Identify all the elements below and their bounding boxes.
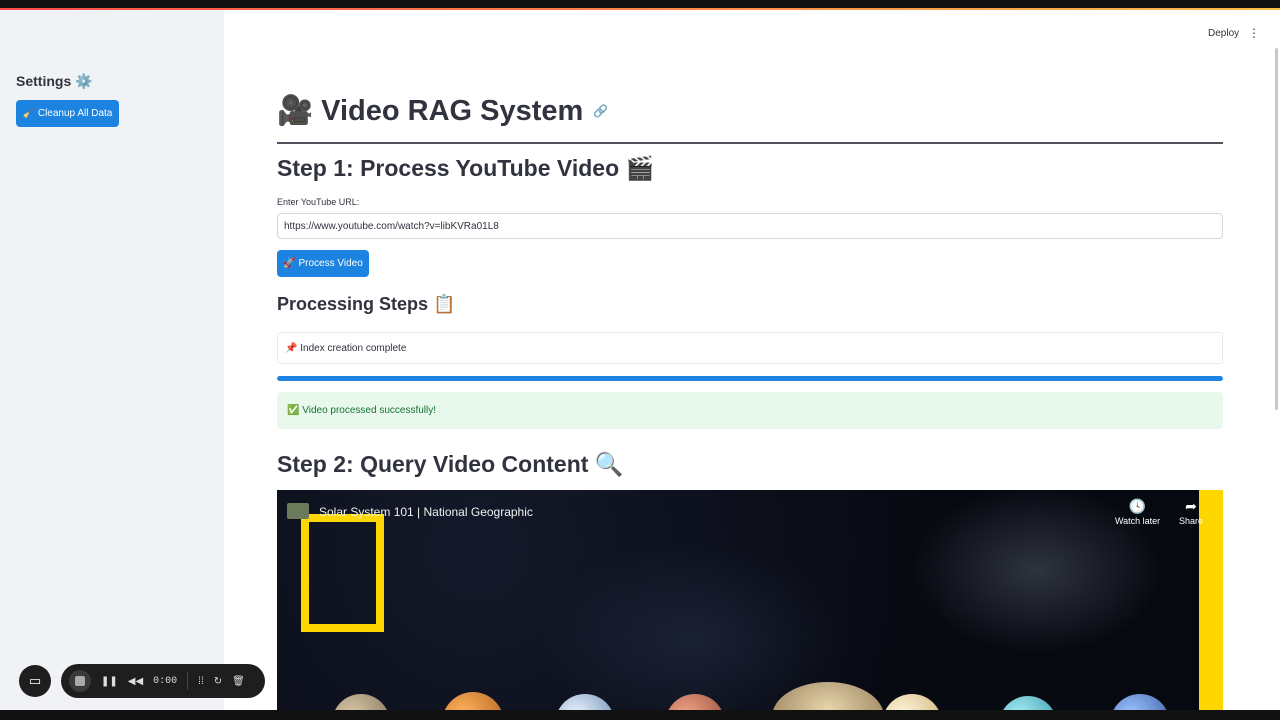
- recorder-controls: ❚❚ ◀◀ 0:00 ⁞⁞ ↻ 🗑: [61, 664, 265, 698]
- page-title-text: 🎥 Video RAG System: [277, 95, 584, 127]
- share-arrow-icon: ➦: [1185, 498, 1197, 514]
- title-divider: [277, 142, 1223, 144]
- restart-icon[interactable]: ↻: [214, 676, 222, 687]
- divider: [187, 672, 189, 690]
- natgeo-logo: [301, 514, 384, 632]
- share-label: Share: [1179, 516, 1204, 526]
- kebab-menu-icon[interactable]: ⋮: [1248, 26, 1260, 40]
- link-icon[interactable]: 🔗: [593, 104, 608, 118]
- top-decoration-stripe: [0, 0, 1280, 10]
- cleanup-all-data-button[interactable]: 🧹 Cleanup All Data: [16, 100, 119, 127]
- streamlit-app: Settings ⚙️ 🧹 Cleanup All Data Deploy ⋮ …: [0, 10, 1280, 710]
- success-alert: ✅ Video processed successfully!: [277, 392, 1223, 429]
- main-content: 🎥 Video RAG System 🔗 Step 1: Process You…: [277, 10, 1223, 710]
- process-video-button[interactable]: 🚀 Process Video: [277, 250, 369, 277]
- clock-icon: 🕓: [1128, 498, 1147, 514]
- watch-later-label: Watch later: [1115, 516, 1161, 526]
- camera-toggle-button[interactable]: ▭: [19, 665, 51, 697]
- youtube-url-input[interactable]: [277, 213, 1223, 239]
- progress-bar: [277, 376, 1223, 381]
- recording-time: 0:00: [153, 675, 178, 687]
- stop-icon: [75, 676, 85, 686]
- trash-icon[interactable]: 🗑: [232, 676, 245, 687]
- sidebar-title: Settings ⚙️: [16, 73, 93, 89]
- page-title: 🎥 Video RAG System 🔗: [277, 94, 608, 128]
- step2-heading: Step 2: Query Video Content 🔍: [277, 451, 624, 477]
- pause-icon[interactable]: ❚❚: [101, 676, 118, 687]
- step1-heading: Step 1: Process YouTube Video 🎬: [277, 155, 655, 181]
- video-camera-icon: ▭: [28, 673, 42, 688]
- progress-fill: [277, 376, 1223, 381]
- rewind-icon[interactable]: ◀◀: [128, 676, 143, 687]
- share-button[interactable]: ➦ Share: [1179, 498, 1203, 526]
- video-frame-background: [277, 490, 1223, 710]
- sidebar: Settings ⚙️ 🧹 Cleanup All Data: [0, 10, 224, 710]
- channel-avatar[interactable]: [287, 503, 309, 519]
- status-message: 📌 Index creation complete: [277, 332, 1223, 364]
- processing-steps-heading: Processing Steps 📋: [277, 294, 456, 314]
- bottom-stripe: [0, 710, 1280, 720]
- scrollbar[interactable]: [1275, 48, 1278, 410]
- url-label: Enter YouTube URL:: [277, 197, 360, 207]
- video-title[interactable]: Solar System 101 | National Geographic: [319, 505, 533, 519]
- grid-icon[interactable]: ⁞⁞: [198, 676, 204, 687]
- status-text: 📌 Index creation complete: [285, 342, 407, 354]
- youtube-video-player[interactable]: Solar System 101 | National Geographic 🕓…: [277, 490, 1223, 710]
- stop-recording-button[interactable]: [69, 670, 91, 692]
- watch-later-button[interactable]: 🕓 Watch later: [1115, 498, 1160, 526]
- success-text: ✅ Video processed successfully!: [287, 405, 437, 416]
